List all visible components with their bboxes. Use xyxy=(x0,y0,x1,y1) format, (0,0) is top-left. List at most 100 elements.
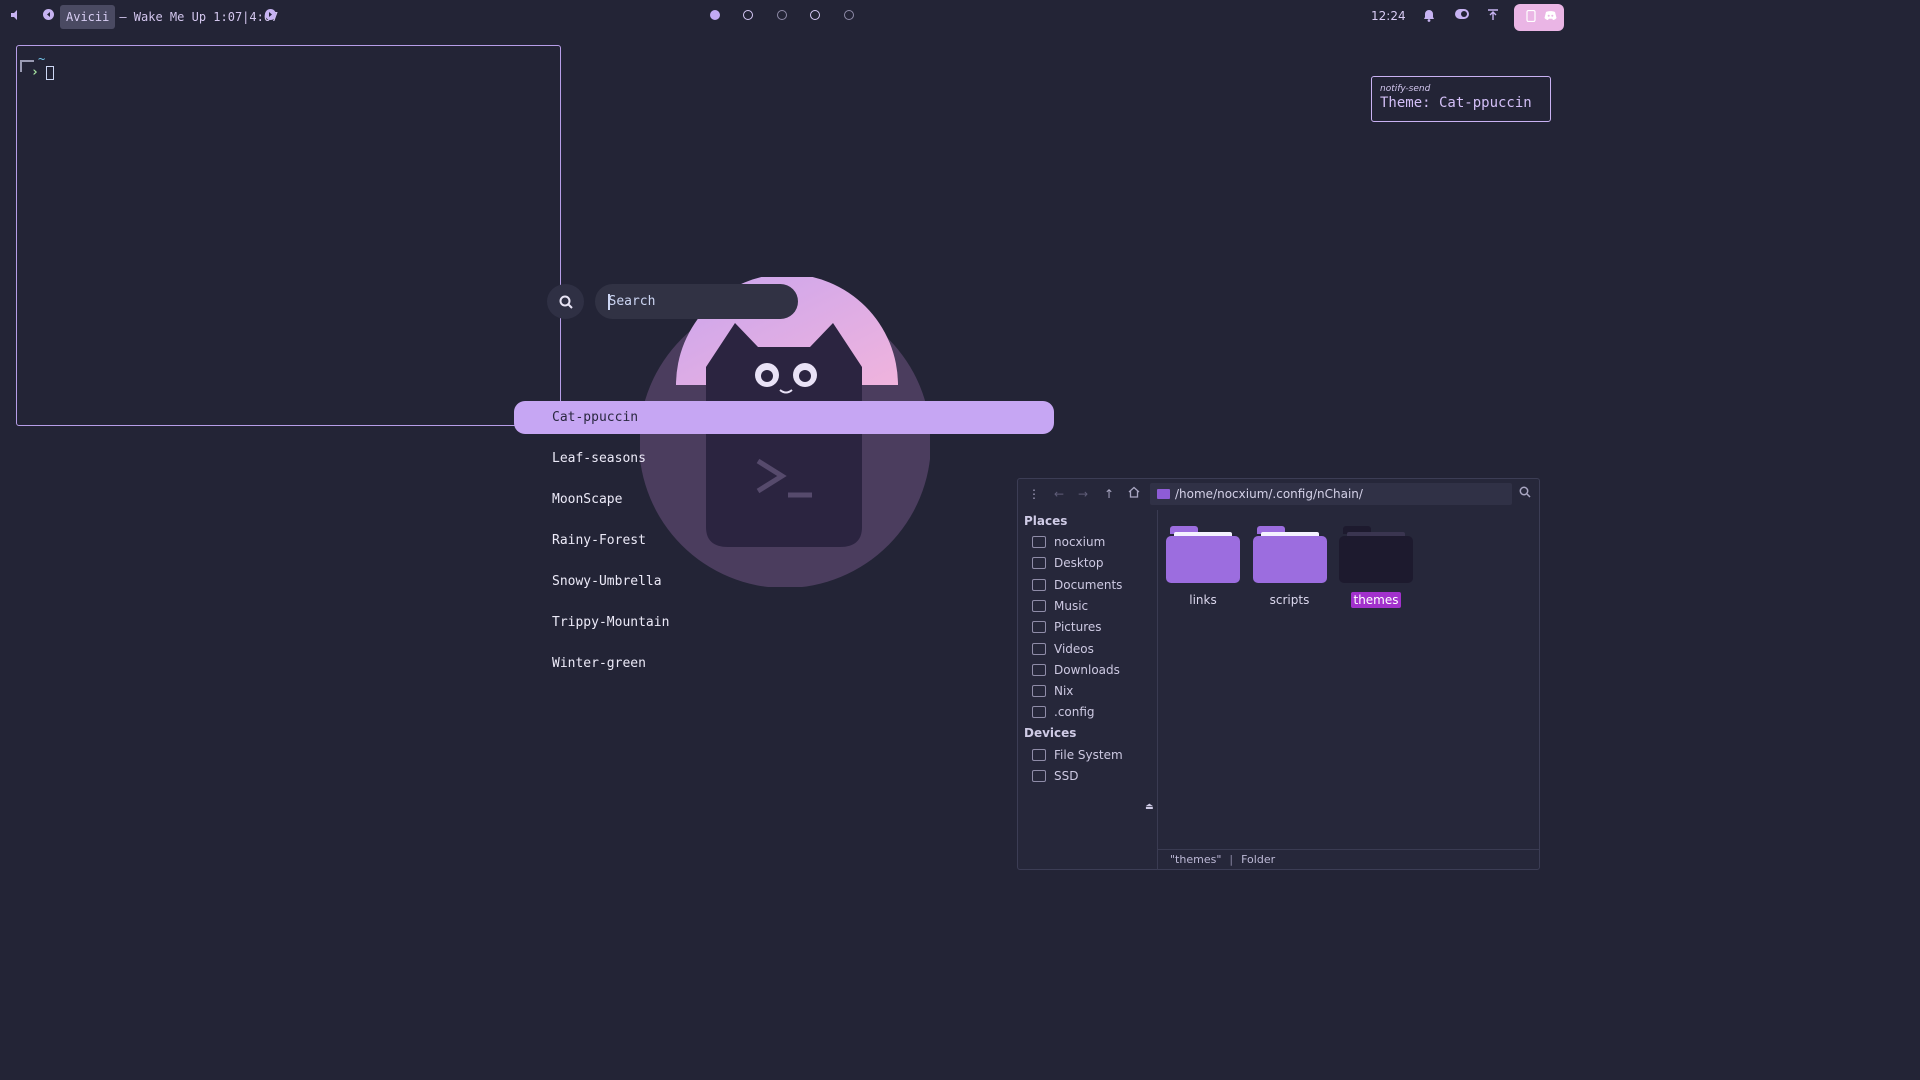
drive-icon xyxy=(1032,770,1046,783)
workspace-5-dot[interactable] xyxy=(844,10,854,20)
folder-item[interactable]: links xyxy=(1164,526,1242,607)
notification-app-name: notify-send xyxy=(1380,84,1431,94)
terminal-cursor xyxy=(46,66,54,80)
media-artist: Avicii xyxy=(60,5,116,29)
top-bar: Avicii – Wake Me Up 1:07|4:07 12:24 xyxy=(0,0,1568,34)
desktop-icon xyxy=(1032,557,1046,570)
sidebar-item-label: Nix xyxy=(1054,684,1074,699)
sidebar-item[interactable]: nocxium xyxy=(1032,532,1105,552)
videos-icon xyxy=(1032,642,1046,655)
theme-item[interactable]: Winter-green xyxy=(514,647,1054,680)
sidebar: Places nocxium Desktop Documents Music Pictu… xyxy=(1018,510,1158,870)
sidebar-item[interactable]: Music xyxy=(1032,596,1088,616)
sidebar-item-label: Music xyxy=(1054,598,1089,613)
menu-dots-icon[interactable]: ⋮ xyxy=(1026,486,1042,502)
theme-item-label: MoonScape xyxy=(552,492,623,507)
folder-icon xyxy=(1157,489,1170,499)
status-separator: | xyxy=(1229,853,1234,866)
back-arrow-icon[interactable]: ← xyxy=(1051,486,1067,502)
theme-item[interactable]: Trippy-Mountain xyxy=(514,606,1054,639)
theme-item-label: Cat-ppuccin xyxy=(552,410,639,425)
discord-icon[interactable] xyxy=(1543,10,1557,24)
file-manager-window[interactable]: ⋮ ← → ↑ /home/nocxium/.config/nChain/ Pl… xyxy=(1017,478,1540,870)
up-arrow-icon[interactable]: ↑ xyxy=(1101,486,1117,502)
sidebar-item-label: .config xyxy=(1054,705,1095,720)
sidebar-item[interactable]: Desktop xyxy=(1032,553,1104,573)
theme-item[interactable]: Cat-ppuccin xyxy=(514,401,1054,434)
eject-icon[interactable]: ⏏ xyxy=(1145,802,1154,812)
workspace-3-dot[interactable] xyxy=(777,10,787,20)
workspace-2-dot[interactable] xyxy=(743,10,753,20)
media-track-info: – Wake Me Up 1:07|4:07 xyxy=(119,10,279,24)
document-icon xyxy=(1032,578,1046,591)
sidebar-item-label: SSD xyxy=(1054,769,1079,784)
folder-icon xyxy=(1339,526,1413,583)
theme-item-label: Rainy-Forest xyxy=(552,533,646,548)
sidebar-item[interactable]: .config xyxy=(1032,702,1095,722)
theme-item[interactable]: Snowy-Umbrella xyxy=(514,565,1054,598)
folder-item[interactable]: themes xyxy=(1337,526,1415,608)
folder-label: themes xyxy=(1351,592,1401,608)
volume-icon[interactable] xyxy=(9,9,23,23)
sidebar-item[interactable]: Documents xyxy=(1032,575,1122,595)
file-manager-toolbar: ⋮ ← → ↑ /home/nocxium/.config/nChain/ xyxy=(1018,479,1539,509)
places-heading: Places xyxy=(1024,514,1068,528)
sidebar-item-label: Desktop xyxy=(1054,556,1104,571)
home-icon xyxy=(1032,536,1046,548)
prompt-arrow-icon: › xyxy=(31,65,39,80)
music-icon xyxy=(1032,599,1046,612)
search-icon xyxy=(559,294,573,313)
folder-label: links xyxy=(1189,593,1217,607)
sidebar-item-label: Documents xyxy=(1054,577,1123,592)
upload-icon[interactable] xyxy=(1486,9,1500,23)
devices-heading: Devices xyxy=(1024,726,1077,740)
prev-track-icon[interactable] xyxy=(41,9,55,23)
theme-item-label: Winter-green xyxy=(552,656,646,671)
theme-item[interactable]: Rainy-Forest xyxy=(514,524,1054,557)
status-selection: "themes" xyxy=(1170,853,1222,866)
folder-label: scripts xyxy=(1269,593,1310,607)
workspace-1-dot[interactable] xyxy=(710,10,720,20)
clock[interactable]: 12:24 xyxy=(1371,9,1406,23)
sidebar-item[interactable]: SSD xyxy=(1032,766,1078,786)
sidebar-item[interactable]: Pictures xyxy=(1032,617,1102,637)
theme-item[interactable]: Leaf-seasons xyxy=(514,442,1054,475)
media-title[interactable]: Avicii – Wake Me Up 1:07|4:07 xyxy=(60,4,278,30)
theme-list: Cat-ppuccin Leaf-seasons MoonScape Rainy-Fo… xyxy=(514,401,1054,688)
sidebar-item[interactable]: File System xyxy=(1032,745,1123,765)
search-input[interactable]: Search xyxy=(595,284,798,319)
forward-arrow-icon[interactable]: → xyxy=(1075,486,1091,502)
bell-icon[interactable] xyxy=(1422,9,1436,23)
folder-icon xyxy=(1252,526,1327,583)
folder-icon xyxy=(1032,685,1046,698)
sidebar-item-label: Videos xyxy=(1054,641,1094,656)
sidebar-item[interactable]: Downloads xyxy=(1032,660,1120,680)
terminal-window[interactable]: ~ › xyxy=(16,45,561,426)
path-bar[interactable]: /home/nocxium/.config/nChain/ xyxy=(1150,483,1512,505)
theme-item-label: Leaf-seasons xyxy=(552,451,646,466)
prompt-directory: ~ xyxy=(38,52,46,66)
file-view: links scripts themes xyxy=(1158,510,1539,848)
notification-popup[interactable]: notify-send Theme: Cat-ppuccin xyxy=(1371,76,1551,122)
tray-pill[interactable] xyxy=(1514,4,1564,31)
home-icon[interactable] xyxy=(1126,486,1142,502)
status-kind: Folder xyxy=(1241,853,1276,866)
tray-icon[interactable] xyxy=(1524,9,1538,24)
workspace-4-dot[interactable] xyxy=(810,10,820,20)
search-placeholder: Search xyxy=(608,294,656,309)
sidebar-item[interactable]: Videos xyxy=(1032,639,1094,659)
theme-item-label: Snowy-Umbrella xyxy=(552,574,662,589)
pictures-icon xyxy=(1032,621,1046,634)
sidebar-item-label: nocxium xyxy=(1054,535,1106,549)
toggle-icon[interactable] xyxy=(1455,9,1469,23)
status-bar: "themes" | Folder xyxy=(1158,849,1539,869)
folder-icon xyxy=(1166,526,1240,583)
sidebar-item[interactable]: Nix xyxy=(1032,681,1073,701)
next-track-icon[interactable] xyxy=(263,9,277,23)
theme-item[interactable]: MoonScape xyxy=(514,483,1054,516)
theme-item-label: Trippy-Mountain xyxy=(552,615,670,630)
search-icon[interactable] xyxy=(1517,486,1533,502)
search-button[interactable] xyxy=(547,284,584,319)
path-text: /home/nocxium/.config/nChain/ xyxy=(1175,487,1363,501)
folder-item[interactable]: scripts xyxy=(1251,526,1329,607)
